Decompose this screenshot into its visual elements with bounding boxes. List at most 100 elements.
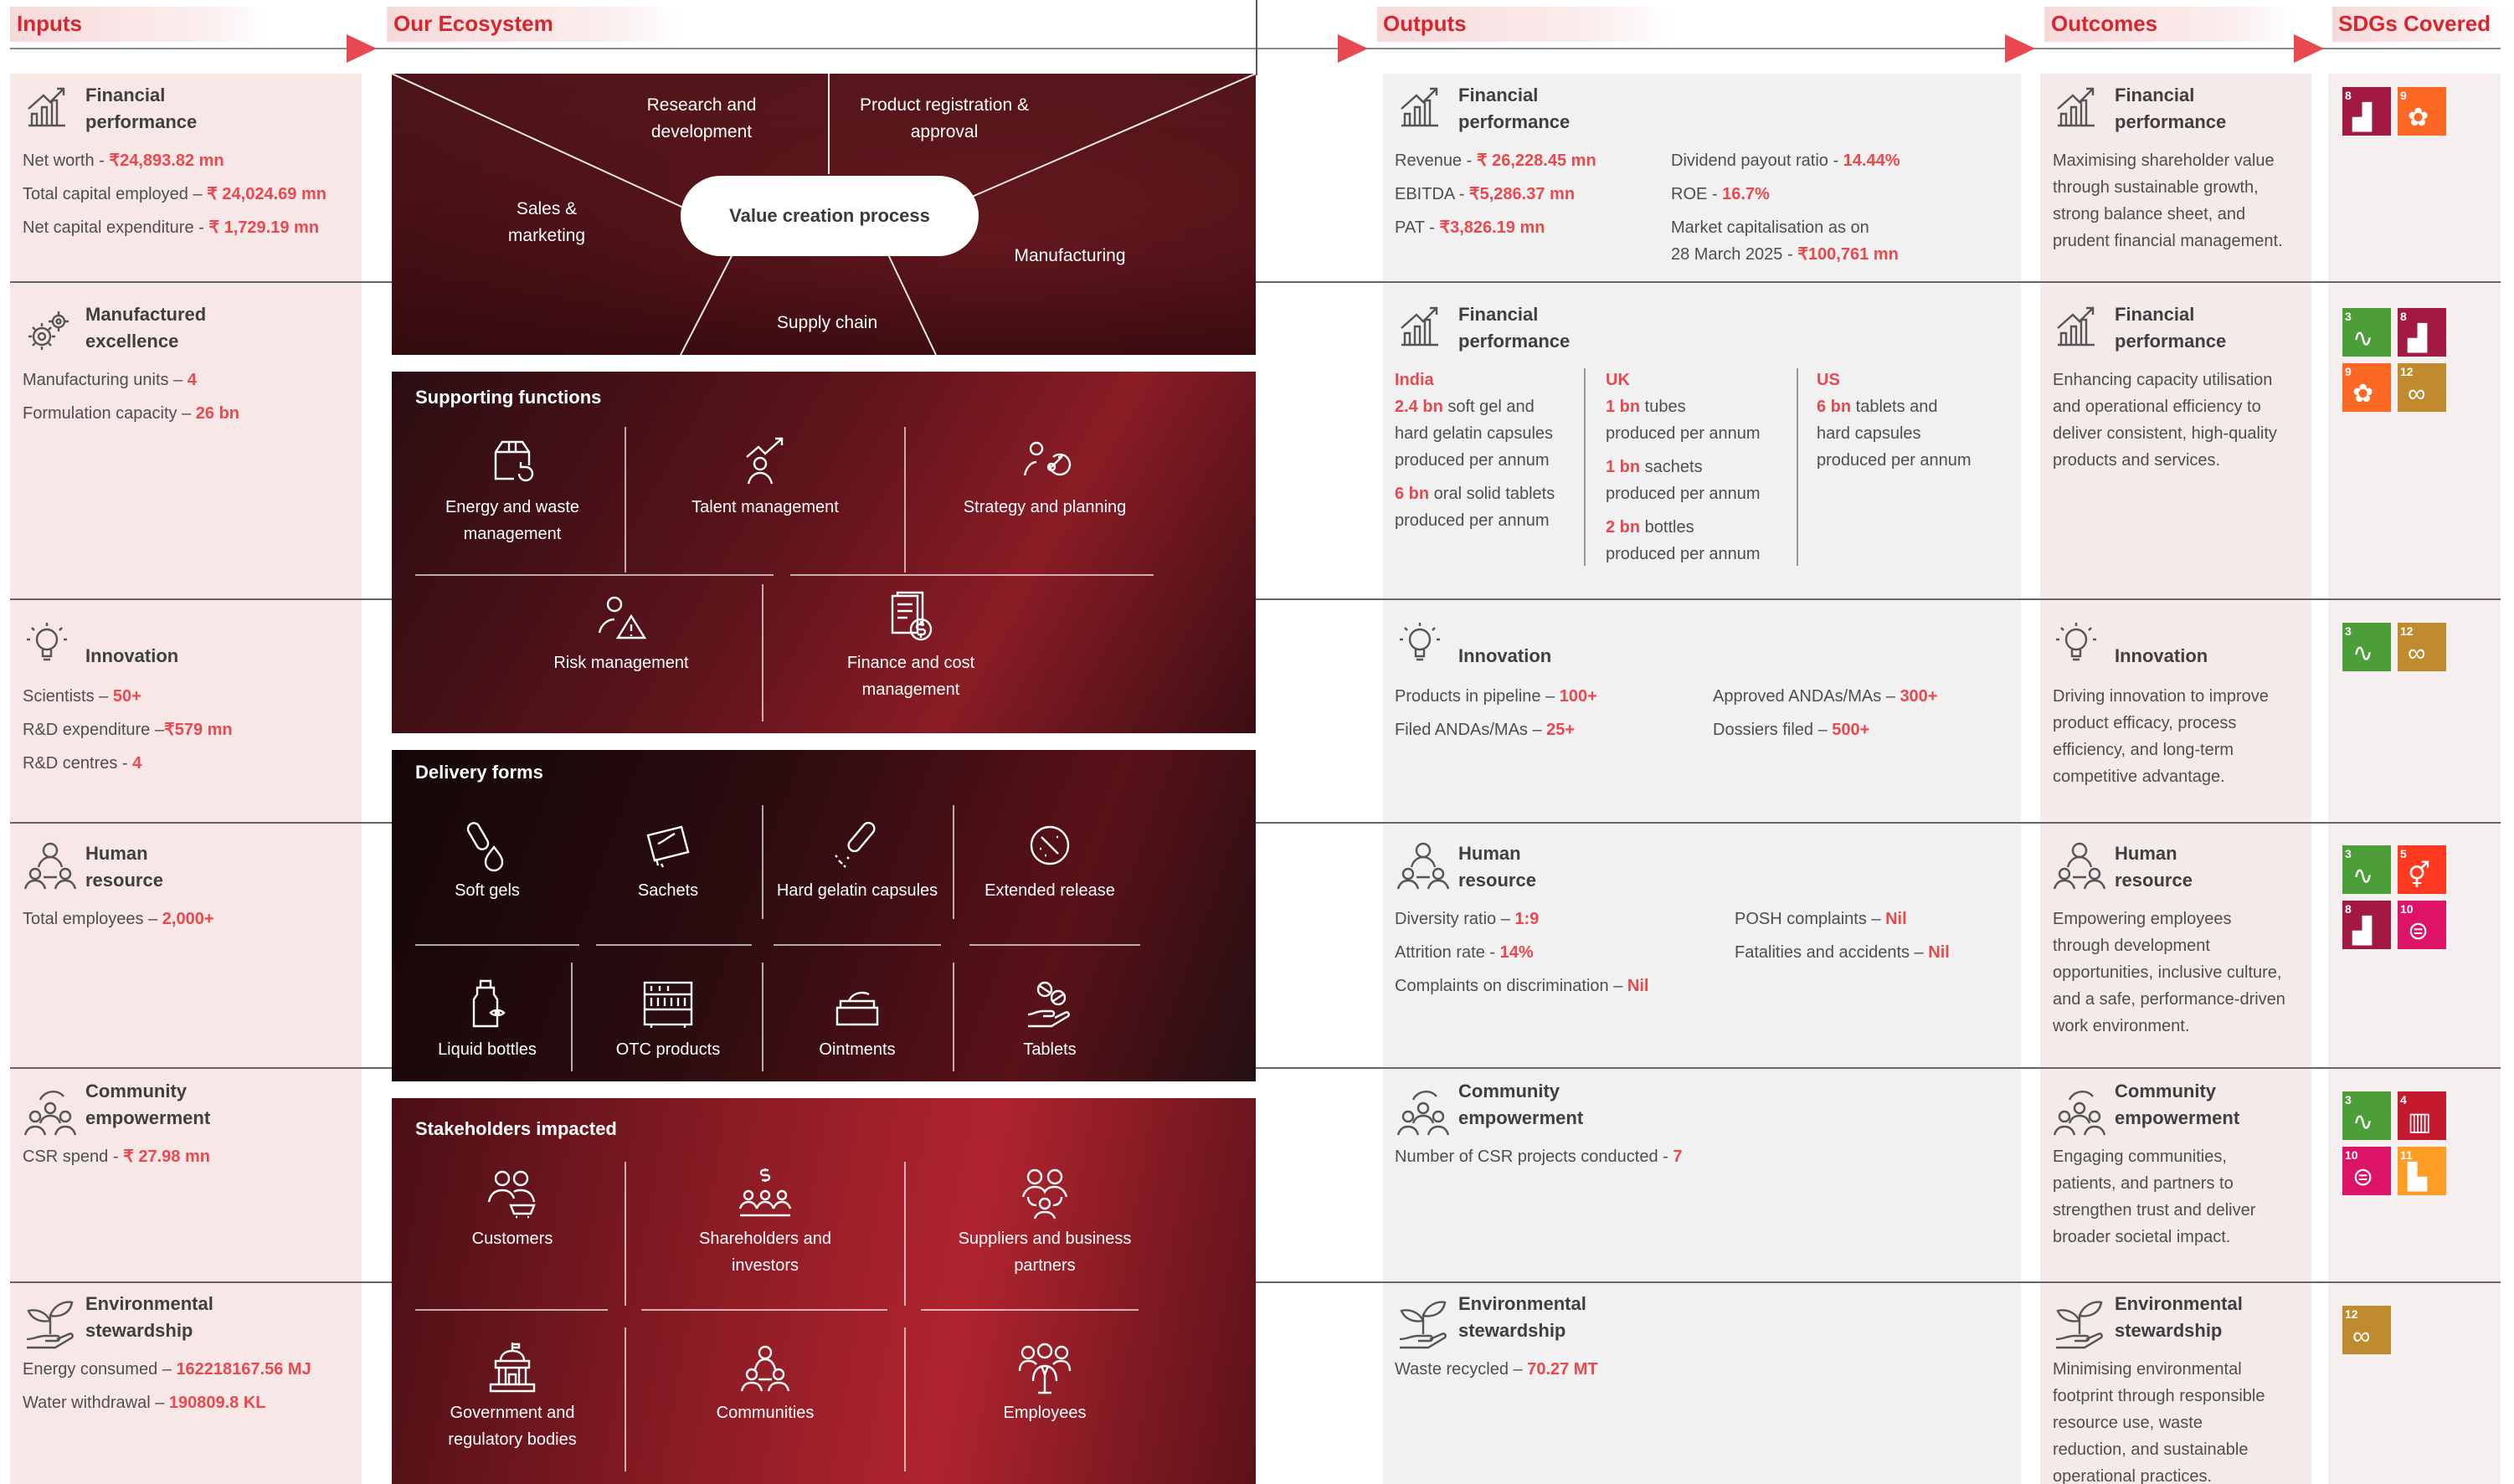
otc-shelf-icon	[643, 981, 693, 1028]
sdg-tile: 10 ⊜	[2342, 1147, 2391, 1195]
talent-item: Talent management	[665, 435, 866, 521]
divider	[774, 944, 941, 946]
outcomes-innovation-text-4: competitive advantage.	[2053, 768, 2225, 786]
us-line-3: produced per annum	[1817, 451, 1972, 470]
outcomes-manufactured-text-2: and operational efficiency to	[2053, 398, 2261, 416]
supporting-functions-panel: Supporting functions Energy and waste ma…	[392, 372, 1256, 733]
sdg-tile: 12 ∞	[2342, 1306, 2391, 1354]
ecosystem-header: Our Ecosystem	[393, 11, 553, 36]
outputs-human-complaints: Complaints on discrimination – Nil	[1395, 977, 1649, 995]
india-line-5: produced per annum	[1395, 511, 1550, 530]
outputs-human-diversity: Diversity ratio – 1:9	[1395, 910, 1540, 928]
ecosystem-divider	[1256, 0, 1257, 75]
outcomes-human-text-1: Empowering employees	[2053, 910, 2232, 928]
region-divider	[1584, 368, 1586, 566]
communities-item: Communities	[665, 1341, 866, 1426]
arrow-inputs	[347, 34, 377, 63]
inputs-human-title-1: Human	[85, 843, 148, 864]
community-icon	[2053, 1083, 2106, 1137]
stakeholders-panel: Stakeholders impacted Customers Sharehol…	[392, 1098, 1256, 1484]
plant-hand-icon	[23, 1296, 77, 1349]
inputs-financial-title-1: Financial	[85, 85, 166, 105]
us-heading: US	[1817, 371, 1840, 389]
inputs-innovation-title: Innovation	[85, 645, 179, 666]
sdg-tile: 9 ✿	[2398, 87, 2446, 136]
uk-line-2: produced per annum	[1606, 424, 1761, 443]
risk-item: Risk management	[521, 591, 722, 676]
inputs-manufactured-title-2: excellence	[85, 331, 179, 352]
inputs-column	[10, 74, 362, 1484]
hard-gelatin-item: Hard gelatin capsules	[757, 819, 958, 904]
outputs-financial-dividend: Dividend payout ratio - 14.44%	[1671, 151, 1900, 170]
government-item: Government and regulatory bodies	[412, 1341, 613, 1453]
outcomes-community-title-1: Community	[2115, 1081, 2216, 1101]
outcomes-human-text-3: opportunities, inclusive culture,	[2053, 963, 2282, 982]
sdg-tile: 3 ∿	[2342, 308, 2391, 357]
outputs-financial-ebitda: EBITDA - ₹5,286.37 mn	[1395, 185, 1576, 203]
outputs-human-fatalities: Fatalities and accidents – Nil	[1735, 943, 1950, 962]
outcomes-innovation-text-3: efficiency, and long-term	[2053, 741, 2234, 759]
community-icon	[23, 1083, 77, 1137]
outcomes-manufactured-title-2: performance	[2115, 331, 2227, 352]
outputs-innovation-line-4: Dossiers filed – 500+	[1713, 721, 1870, 739]
value-creation-model: Inputs Our Ecosystem Outputs Outcomes SD…	[0, 0, 2514, 1484]
financial-chart-icon	[1396, 84, 1443, 131]
inputs-environmental-title-1: Environmental	[85, 1293, 213, 1314]
extended-release-icon	[1030, 825, 1070, 865]
soft-gel-icon	[466, 822, 504, 872]
sdg-tile: 12 ∞	[2398, 363, 2446, 412]
customers-item: Customers	[412, 1167, 613, 1252]
divider	[641, 1309, 887, 1311]
delivery-forms-panel: Delivery forms Soft gels Sachets Hard ge…	[392, 750, 1256, 1081]
strategy-target-icon	[1023, 441, 1072, 476]
india-line-2: hard gelatin capsules	[1395, 424, 1554, 443]
outputs-community-title-2: empowerment	[1458, 1107, 1584, 1128]
outcomes-manufactured-text-3: deliver consistent, high-quality	[2053, 424, 2277, 443]
manufacturing-label: Manufacturing	[1014, 246, 1126, 265]
financial-chart-icon	[1396, 303, 1443, 350]
arrow-sdgs	[2294, 34, 2324, 63]
inputs-manufactured-line-1: Manufacturing units – 4	[23, 371, 197, 389]
sdg-tile: 10 ⊜	[2398, 901, 2446, 949]
inputs-environmental-line-2: Water withdrawal – 190809.8 KL	[23, 1394, 266, 1412]
divider	[790, 574, 1154, 576]
outputs-manufactured-title-1: Financial	[1458, 304, 1539, 325]
inputs-financial-line-3: Net capital expenditure - ₹ 1,729.19 mn	[23, 218, 320, 237]
sachet-icon	[646, 825, 690, 868]
outcomes-environmental-text-2: footprint through responsible	[2053, 1387, 2265, 1405]
outcomes-environmental-title-1: Environmental	[2115, 1293, 2243, 1314]
inputs-community-title-2: empowerment	[85, 1107, 211, 1128]
sdgs-column	[2328, 74, 2501, 1484]
outcomes-human-text-2: through development	[2053, 937, 2210, 955]
divider	[625, 1162, 626, 1306]
outcomes-environmental-text-5: operational practices.	[2053, 1467, 2213, 1484]
uk-line-5: 2 bn bottles	[1606, 518, 1694, 537]
outputs-financial-mcap-label: Market capitalisation as on	[1671, 218, 1869, 237]
outputs-community-title-1: Community	[1458, 1081, 1560, 1101]
sachets-item: Sachets	[568, 819, 769, 904]
divider	[415, 574, 774, 576]
outcomes-human-text-5: work environment.	[2053, 1017, 2190, 1035]
employees-item: Employees	[944, 1341, 1145, 1426]
outputs-financial-title-1: Financial	[1458, 85, 1539, 105]
outcomes-environmental-title-2: stewardship	[2115, 1320, 2223, 1341]
outputs-innovation-title: Innovation	[1458, 645, 1552, 666]
outcomes-financial-title-2: performance	[2115, 111, 2227, 132]
outcomes-manufactured-text-4: products and services.	[2053, 451, 2221, 470]
india-line-1: 2.4 bn soft gel and	[1395, 398, 1535, 416]
uk-line-1: 1 bn tubes	[1606, 398, 1686, 416]
us-line-2: hard capsules	[1817, 424, 1921, 443]
communities-icon	[740, 1345, 790, 1392]
outcomes-community-text-3: strengthen trust and deliver	[2053, 1201, 2256, 1220]
sdg-tile: 9 ✿	[2342, 363, 2391, 412]
shareholders-icon	[738, 1168, 792, 1217]
uk-heading: UK	[1606, 371, 1630, 389]
divider	[415, 944, 579, 946]
outputs-header: Outputs	[1383, 11, 1467, 36]
outcomes-financial-text-2: through sustainable growth,	[2053, 178, 2259, 197]
divider	[921, 1309, 1139, 1311]
inputs-financial-line-2: Total capital employed – ₹ 24,024.69 mn	[23, 185, 326, 203]
inputs-innovation-line-1: Scientists – 50+	[23, 687, 141, 706]
outcomes-innovation-text-1: Driving innovation to improve	[2053, 687, 2269, 706]
people-icon	[1396, 839, 1450, 892]
